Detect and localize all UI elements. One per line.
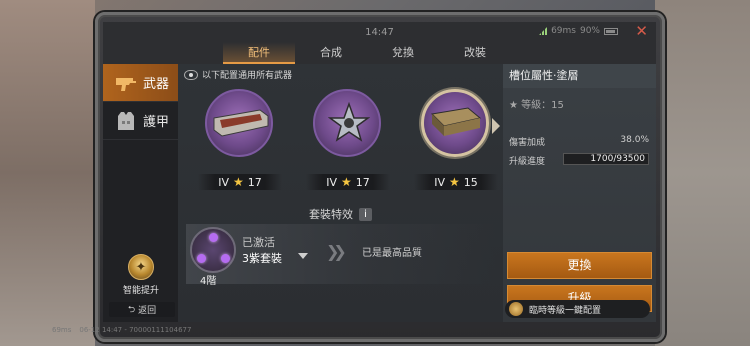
purple-dot-icon xyxy=(221,254,230,263)
suit-effect-title: 套裝特效 i xyxy=(178,206,503,222)
level-label: 等級：15 xyxy=(521,100,564,111)
background-left-building xyxy=(0,0,95,346)
temp-config-button[interactable]: 臨時等級一鍵配置 xyxy=(505,300,650,318)
stat-label: 升級進度 xyxy=(509,157,546,167)
stat-value: 38.0% xyxy=(620,135,649,145)
selected-arrow-icon xyxy=(492,118,500,134)
star-icon: ★ xyxy=(449,175,460,189)
slot-stars: 17 xyxy=(355,175,370,189)
info-icon[interactable]: i xyxy=(359,207,372,221)
swap-button[interactable]: 更換 xyxy=(507,252,652,279)
level-row: ★ 等級：15 xyxy=(509,96,564,111)
tab-modify[interactable]: 改裝 xyxy=(439,42,511,64)
gun-icon xyxy=(115,73,137,93)
coating-plate-icon xyxy=(430,107,482,136)
eye-icon[interactable] xyxy=(184,69,198,80)
slot-tier: IV xyxy=(326,175,337,189)
suit-name: 3紫套裝 xyxy=(242,252,282,265)
sidebar-item-label: 武器 xyxy=(143,77,170,92)
footer-netbar: 69ms 06-12 14:47 - 70000111104677 xyxy=(52,326,191,334)
progress-value: 1700/93500 xyxy=(590,154,645,164)
battery-icon xyxy=(604,27,618,35)
lightbulb-icon: ✦ xyxy=(128,254,154,280)
temp-config-label: 臨時等級一鍵配置 xyxy=(529,305,602,316)
info-bar: 以下配置通用所有武器 xyxy=(184,68,292,81)
tab-exchange[interactable]: 兌換 xyxy=(367,42,439,64)
background-right-street xyxy=(655,0,750,346)
grip-attachment-icon xyxy=(213,109,269,137)
upgrade-progress-bar: 1700/93500 xyxy=(563,153,649,165)
suit-effect-row: 4階 已激活 3紫套裝 ❯❯ 已是最高品質 xyxy=(186,224,496,287)
suit-max-text: 已是最高品質 xyxy=(362,248,422,259)
smart-upgrade-button[interactable]: ✦ 智能提升 xyxy=(113,254,169,296)
slot-stars: 17 xyxy=(247,175,262,189)
suit-title-label: 套裝特效 xyxy=(309,208,353,221)
tab-synthesize[interactable]: 合成 xyxy=(295,42,367,64)
status-bar: 14:47 69ms 90% ✕ xyxy=(103,22,656,42)
smart-upgrade-label: 智能提升 xyxy=(122,286,159,296)
top-tabs: 配件 合成 兌換 改裝 xyxy=(223,42,511,64)
panel-title: 槽位屬性·塗層 xyxy=(503,64,656,88)
slot-rank: IV ★ 15 xyxy=(414,174,498,190)
medal-icon xyxy=(509,302,523,316)
slot-tier: IV xyxy=(218,175,229,189)
star-icon: ★ xyxy=(233,175,244,189)
sight-attachment-icon xyxy=(328,102,370,142)
close-icon[interactable]: ✕ xyxy=(635,24,648,39)
star-icon: ★ xyxy=(509,100,518,111)
attachment-slot-3[interactable]: IV ★ 15 xyxy=(414,84,504,194)
sidebar-item-weapon[interactable]: 武器 xyxy=(103,64,178,102)
suit-status: 已激活 xyxy=(242,236,275,249)
armor-vest-icon xyxy=(115,111,137,131)
back-button[interactable]: ⮌ 返回 xyxy=(109,302,175,317)
status-ping: 69ms xyxy=(551,26,576,36)
main-panel: 以下配置通用所有武器 IV ★ 17 IV ★ 17 IV ★ 15 套裝特效 … xyxy=(178,64,503,322)
slot-rank: IV ★ 17 xyxy=(198,174,282,190)
footer-ping: 69ms xyxy=(52,326,72,334)
back-label: 返回 xyxy=(138,306,157,316)
sidebar-item-armor[interactable]: 護甲 xyxy=(103,102,178,140)
status-battery: 90% xyxy=(579,26,600,36)
slot-rank: IV ★ 17 xyxy=(306,174,390,190)
double-chevron-right-icon: ❯❯ xyxy=(326,242,347,261)
purple-dot-icon xyxy=(197,254,206,263)
attachment-slot-1[interactable]: IV ★ 17 xyxy=(198,84,288,194)
tablet-screen: 14:47 69ms 90% ✕ 配件 合成 兌換 改裝 武器 護甲 ✦ 智能提… xyxy=(103,22,656,322)
stat-damage-bonus: 傷害加成 38.0% xyxy=(509,135,649,148)
status-indicators: 69ms 90% xyxy=(539,26,618,36)
return-arrow-icon: ⮌ xyxy=(127,304,136,315)
sidebar: 武器 護甲 ✦ 智能提升 ⮌ 返回 xyxy=(103,64,178,322)
info-text: 以下配置通用所有武器 xyxy=(202,71,293,81)
star-icon: ★ xyxy=(341,175,352,189)
footer-session: 06-12 14:47 - 70000111104677 xyxy=(79,326,192,334)
chevron-down-icon[interactable] xyxy=(298,253,308,259)
suit-set-icon[interactable] xyxy=(190,227,236,273)
suit-level: 4階 xyxy=(200,276,217,287)
slot-tier: IV xyxy=(434,175,445,189)
attachment-slot-2[interactable]: IV ★ 17 xyxy=(306,84,396,194)
stat-label: 傷害加成 xyxy=(509,138,546,148)
purple-dot-icon xyxy=(209,233,218,242)
tab-accessories[interactable]: 配件 xyxy=(223,42,295,64)
sidebar-item-label: 護甲 xyxy=(143,115,170,130)
signal-icon xyxy=(539,27,548,35)
slot-attribute-panel: 槽位屬性·塗層 ★ 等級：15 傷害加成 38.0% 升級進度 1700/935… xyxy=(503,64,656,322)
slot-stars: 15 xyxy=(463,175,478,189)
